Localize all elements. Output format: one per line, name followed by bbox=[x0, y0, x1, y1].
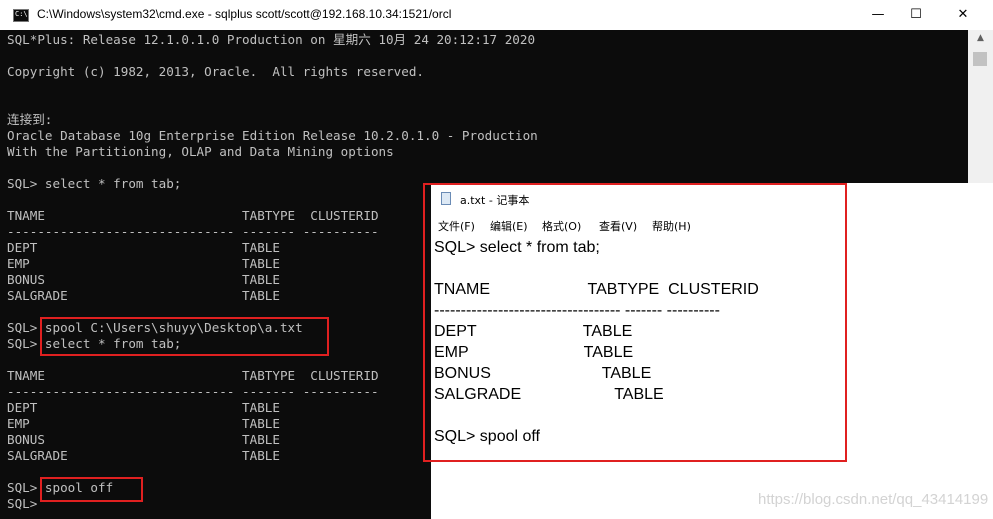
console-line: BONUS TABLE bbox=[7, 432, 280, 447]
console-line: Copyright (c) 1982, 2013, Oracle. All ri… bbox=[7, 64, 425, 79]
console-line: EMP TABLE bbox=[7, 256, 280, 271]
console-line: SALGRADE TABLE bbox=[7, 448, 280, 463]
scroll-up-arrow-icon[interactable]: ▲ bbox=[968, 30, 993, 47]
console-line: TNAME TABTYPE CLUSTERID bbox=[7, 208, 379, 223]
console-line: Oracle Database 10g Enterprise Edition R… bbox=[7, 128, 538, 143]
console-line: DEPT TABLE bbox=[7, 240, 280, 255]
console-line: EMP TABLE bbox=[7, 416, 280, 431]
console-line: BONUS TABLE bbox=[7, 272, 280, 287]
console-line: With the Partitioning, OLAP and Data Min… bbox=[7, 144, 394, 159]
console-line: TNAME TABTYPE CLUSTERID bbox=[7, 368, 379, 383]
watermark-text: https://blog.csdn.net/qq_43414199 bbox=[758, 491, 989, 508]
console-line: SQL*Plus: Release 12.1.0.1.0 Production … bbox=[7, 32, 536, 47]
console-line: SQL> bbox=[7, 496, 38, 511]
maximize-button[interactable]: ☐ bbox=[893, 0, 939, 30]
highlight-notepad bbox=[423, 183, 847, 462]
cmd-window-title: C:\Windows\system32\cmd.exe - sqlplus sc… bbox=[37, 7, 452, 21]
console-icon: C:\ bbox=[13, 9, 29, 22]
scroll-thumb[interactable] bbox=[973, 52, 987, 66]
console-line: 连接到: bbox=[7, 112, 53, 127]
console-line: DEPT TABLE bbox=[7, 400, 280, 415]
highlight-spool-off bbox=[40, 477, 143, 502]
console-line: ------------------------------ ------- -… bbox=[7, 384, 379, 399]
console-line: SALGRADE TABLE bbox=[7, 288, 280, 303]
close-button[interactable]: ✕ bbox=[940, 0, 986, 30]
highlight-spool-commands bbox=[40, 317, 329, 356]
console-line: SQL> select * from tab; bbox=[7, 176, 182, 191]
console-line: ------------------------------ ------- -… bbox=[7, 224, 379, 239]
cmd-title-bar[interactable]: C:\ C:\Windows\system32\cmd.exe - sqlplu… bbox=[0, 0, 993, 30]
